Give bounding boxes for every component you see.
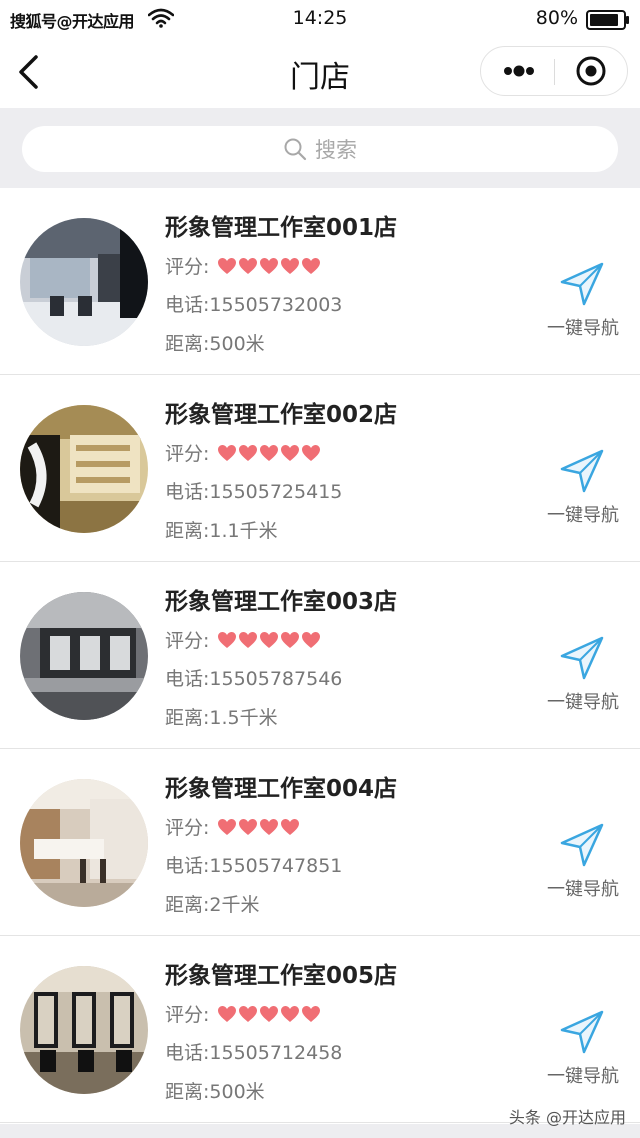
rating-label: 评分: — [165, 817, 210, 839]
store-item[interactable]: 形象管理工作室002店 评分: 电话:15505725415 距离:1.1千米 … — [0, 375, 640, 562]
rating-label: 评分: — [165, 1004, 210, 1026]
store-rating: 评分: — [165, 439, 322, 466]
navigate-label: 一键导航 — [547, 879, 619, 900]
rating-label: 评分: — [165, 443, 210, 465]
store-photo — [20, 218, 148, 346]
rating-hearts — [217, 257, 322, 275]
heart-icon — [239, 444, 258, 461]
store-distance: 距离:1.1千米 — [165, 520, 278, 542]
store-photo — [20, 592, 148, 720]
store-item[interactable]: 形象管理工作室003店 评分: 电话:15505787546 距离:1.5千米 … — [0, 562, 640, 749]
search-area: 搜索 — [0, 108, 640, 188]
navigation-arrow-icon — [560, 636, 604, 680]
navigate-button[interactable]: 一键导航 — [540, 260, 626, 342]
back-button[interactable] — [12, 52, 48, 92]
target-circle-icon — [576, 56, 606, 86]
store-item[interactable]: 形象管理工作室001店 评分: 电话:15505732003 距离:500米 一… — [0, 188, 640, 375]
store-phone[interactable]: 电话:15505787546 — [165, 664, 342, 691]
navigate-button[interactable]: 一键导航 — [540, 1008, 626, 1090]
heart-icon — [260, 257, 279, 274]
heart-icon — [218, 444, 237, 461]
status-bar: 搜狐号@开达应用 14:25 80% — [0, 0, 640, 38]
battery-percent: 80% — [535, 7, 578, 29]
store-list: 形象管理工作室001店 评分: 电话:15505732003 距离:500米 一… — [0, 188, 640, 1123]
heart-icon — [239, 257, 258, 274]
more-dots-icon — [504, 65, 534, 77]
navigate-button[interactable]: 一键导航 — [540, 634, 626, 716]
store-name: 形象管理工作室005店 — [165, 963, 398, 989]
search-placeholder: 搜索 — [315, 138, 357, 162]
navigate-label: 一键导航 — [547, 1066, 619, 1087]
navigate-button[interactable]: 一键导航 — [540, 821, 626, 903]
store-distance: 距离:500米 — [165, 333, 265, 355]
navigate-label: 一键导航 — [547, 318, 619, 339]
navigation-arrow-icon — [560, 823, 604, 867]
store-phone[interactable]: 电话:15505747851 — [165, 851, 342, 878]
heart-icon — [239, 818, 258, 835]
heart-icon — [281, 818, 300, 835]
heart-icon — [218, 631, 237, 648]
heart-icon — [260, 631, 279, 648]
chevron-left-icon — [19, 55, 38, 89]
battery-icon — [586, 10, 629, 30]
heart-icon — [302, 257, 321, 274]
close-button[interactable] — [555, 47, 627, 95]
store-name: 形象管理工作室002店 — [165, 402, 398, 428]
rating-hearts — [217, 444, 322, 462]
navigate-label: 一键导航 — [547, 505, 619, 526]
store-rating: 评分: — [165, 1000, 322, 1027]
rating-hearts — [217, 1005, 322, 1023]
store-photo — [20, 779, 148, 907]
heart-icon — [218, 257, 237, 274]
store-distance: 距离:500米 — [165, 1081, 265, 1103]
store-name: 形象管理工作室001店 — [165, 215, 398, 241]
store-photo — [20, 966, 148, 1094]
navigate-button[interactable]: 一键导航 — [540, 447, 626, 529]
heart-icon — [218, 818, 237, 835]
heart-icon — [281, 444, 300, 461]
heart-icon — [260, 1005, 279, 1022]
store-rating: 评分: — [165, 252, 322, 279]
rating-hearts — [217, 631, 322, 649]
search-input[interactable]: 搜索 — [22, 126, 618, 172]
heart-icon — [302, 631, 321, 648]
rating-label: 评分: — [165, 630, 210, 652]
heart-icon — [239, 631, 258, 648]
heart-icon — [239, 1005, 258, 1022]
store-phone[interactable]: 电话:15505725415 — [165, 477, 342, 504]
heart-icon — [302, 444, 321, 461]
heart-icon — [302, 1005, 321, 1022]
store-name: 形象管理工作室004店 — [165, 776, 398, 802]
heart-icon — [260, 818, 279, 835]
store-rating: 评分: — [165, 813, 301, 840]
store-item[interactable]: 形象管理工作室005店 评分: 电话:15505712458 距离:500米 一… — [0, 936, 640, 1123]
store-phone[interactable]: 电话:15505732003 — [165, 290, 342, 317]
nav-bar: 门店 — [0, 38, 640, 108]
heart-icon — [281, 257, 300, 274]
store-distance: 距离:2千米 — [165, 894, 260, 916]
store-rating: 评分: — [165, 626, 322, 653]
store-phone[interactable]: 电话:15505712458 — [165, 1038, 342, 1065]
rating-hearts — [217, 818, 301, 836]
watermark: 头条 @开达应用 — [508, 1108, 626, 1127]
heart-icon — [218, 1005, 237, 1022]
navigation-arrow-icon — [560, 1010, 604, 1054]
mini-program-capsule — [480, 46, 628, 96]
search-icon — [284, 138, 307, 161]
heart-icon — [260, 444, 279, 461]
rating-label: 评分: — [165, 256, 210, 278]
store-distance: 距离:1.5千米 — [165, 707, 278, 729]
navigation-arrow-icon — [560, 449, 604, 493]
heart-icon — [281, 631, 300, 648]
store-item[interactable]: 形象管理工作室004店 评分: 电话:15505747851 距离:2千米 一键… — [0, 749, 640, 936]
more-button[interactable] — [481, 47, 555, 95]
store-name: 形象管理工作室003店 — [165, 589, 398, 615]
store-photo — [20, 405, 148, 533]
heart-icon — [281, 1005, 300, 1022]
navigation-arrow-icon — [560, 262, 604, 306]
navigate-label: 一键导航 — [547, 692, 619, 713]
